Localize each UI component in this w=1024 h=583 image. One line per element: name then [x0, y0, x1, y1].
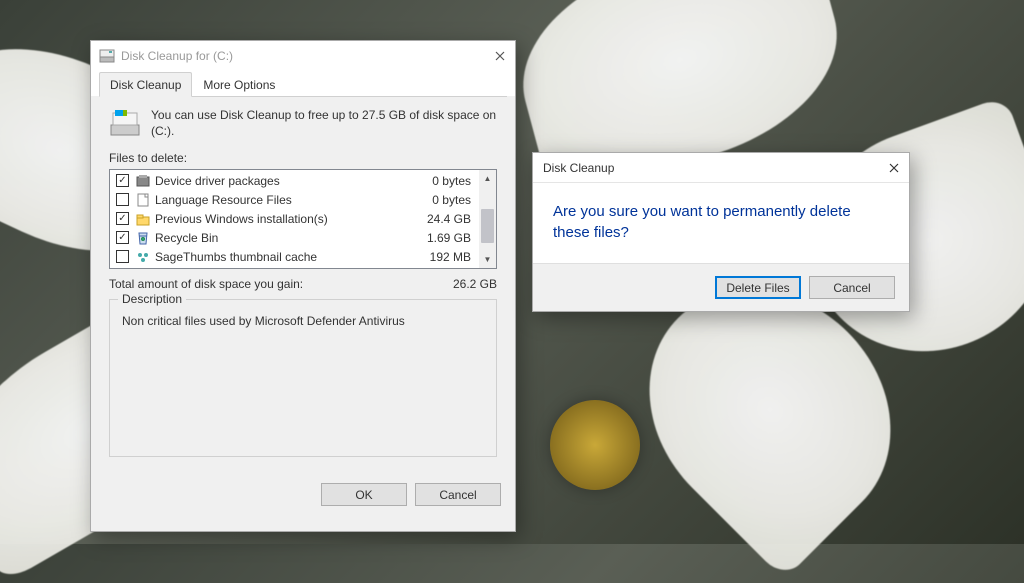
checkbox[interactable] — [116, 250, 129, 263]
scroll-track[interactable] — [479, 187, 496, 251]
dialog-footer: OK Cancel — [91, 473, 515, 518]
files-to-delete-label: Files to delete: — [109, 151, 497, 165]
titlebar[interactable]: Disk Cleanup for (C:) — [91, 41, 515, 71]
confirm-dialog: Disk Cleanup Are you sure you want to pe… — [532, 152, 910, 312]
file-size: 0 bytes — [432, 193, 473, 207]
disk-cleanup-icon — [99, 48, 115, 64]
confirm-cancel-button[interactable]: Cancel — [809, 276, 895, 299]
list-item[interactable]: Language Resource Files0 bytes — [110, 190, 479, 209]
confirm-title-text: Disk Cleanup — [543, 161, 889, 175]
file-type-icon — [135, 173, 151, 189]
file-label: Language Resource Files — [155, 193, 432, 207]
list-item[interactable]: SageThumbs thumbnail cache192 MB — [110, 247, 479, 266]
file-size: 192 MB — [430, 250, 473, 264]
scroll-thumb[interactable] — [481, 209, 494, 243]
file-label: Recycle Bin — [155, 231, 427, 245]
total-row: Total amount of disk space you gain: 26.… — [109, 277, 497, 291]
file-label: SageThumbs thumbnail cache — [155, 250, 430, 264]
drive-icon — [109, 107, 141, 139]
file-label: Previous Windows installation(s) — [155, 212, 427, 226]
intro-text: You can use Disk Cleanup to free up to 2… — [151, 107, 497, 139]
file-type-icon — [135, 249, 151, 265]
file-list-inner: ✓Device driver packages0 bytesLanguage R… — [110, 170, 479, 268]
close-icon[interactable] — [889, 163, 899, 173]
confirm-titlebar[interactable]: Disk Cleanup — [533, 153, 909, 183]
file-size: 0 bytes — [432, 174, 473, 188]
scroll-down-icon[interactable]: ▼ — [479, 251, 496, 268]
file-label: Device driver packages — [155, 174, 432, 188]
window-title: Disk Cleanup for (C:) — [121, 49, 493, 63]
scroll-up-icon[interactable]: ▲ — [479, 170, 496, 187]
total-label: Total amount of disk space you gain: — [109, 277, 453, 291]
checkbox[interactable] — [116, 193, 129, 206]
file-type-icon — [135, 211, 151, 227]
ok-button[interactable]: OK — [321, 483, 407, 506]
description-title: Description — [118, 292, 186, 306]
checkbox[interactable]: ✓ — [116, 212, 129, 225]
scrollbar[interactable]: ▲ ▼ — [479, 170, 496, 268]
delete-files-button[interactable]: Delete Files — [715, 276, 801, 299]
cancel-button[interactable]: Cancel — [415, 483, 501, 506]
description-text: Non critical files used by Microsoft Def… — [120, 310, 486, 332]
file-type-icon — [135, 192, 151, 208]
file-size: 24.4 GB — [427, 212, 473, 226]
checkbox[interactable]: ✓ — [116, 231, 129, 244]
tab-strip: Disk Cleanup More Options — [91, 71, 515, 96]
close-icon[interactable] — [493, 49, 507, 63]
total-value: 26.2 GB — [453, 277, 497, 291]
disk-cleanup-window: Disk Cleanup for (C:) Disk Cleanup More … — [90, 40, 516, 532]
file-type-icon — [135, 230, 151, 246]
confirm-footer: Delete Files Cancel — [533, 263, 909, 311]
confirm-message: Are you sure you want to permanently del… — [533, 183, 909, 263]
file-size: 1.69 GB — [427, 231, 473, 245]
tab-more-options[interactable]: More Options — [192, 72, 286, 97]
description-group: Description Non critical files used by M… — [109, 299, 497, 457]
file-list: ✓Device driver packages0 bytesLanguage R… — [109, 169, 497, 269]
tab-panel: You can use Disk Cleanup to free up to 2… — [99, 96, 507, 465]
list-item[interactable]: ✓ Device driver packages0 bytes — [110, 171, 479, 190]
bg-flower-center — [550, 400, 640, 490]
checkbox[interactable]: ✓ — [116, 174, 129, 187]
list-item[interactable]: ✓ Recycle Bin1.69 GB — [110, 228, 479, 247]
intro-row: You can use Disk Cleanup to free up to 2… — [109, 107, 497, 139]
tab-disk-cleanup[interactable]: Disk Cleanup — [99, 72, 192, 97]
list-item[interactable]: ✓ Previous Windows installation(s)24.4 GB — [110, 209, 479, 228]
